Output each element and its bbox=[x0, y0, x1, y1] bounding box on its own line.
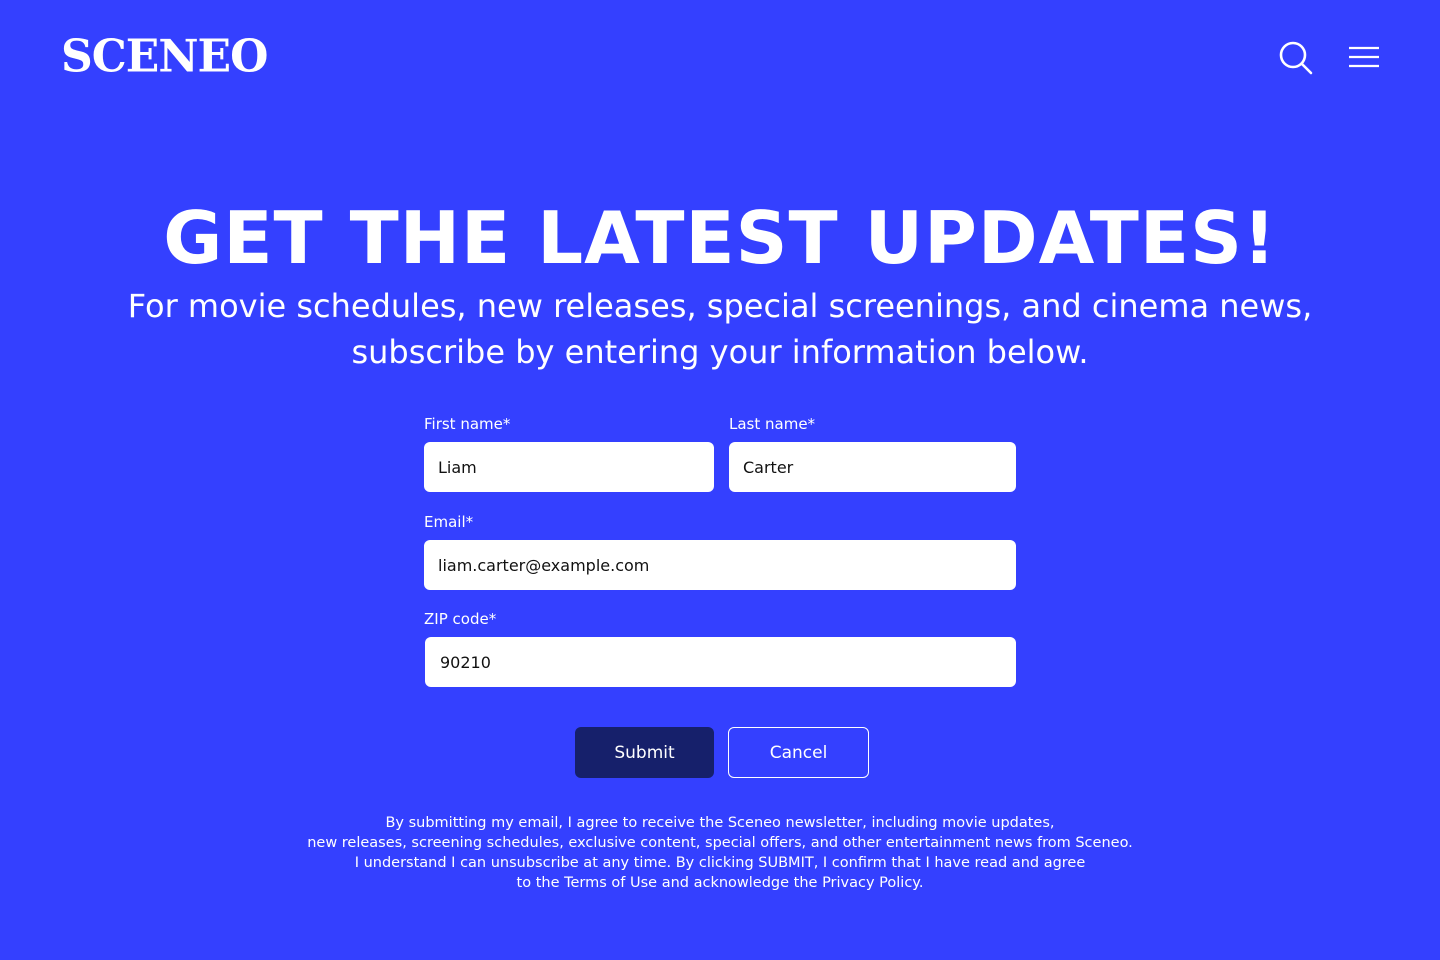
page-subheadline: For movie schedules, new releases, speci… bbox=[120, 283, 1320, 375]
search-button[interactable] bbox=[1276, 38, 1316, 78]
disclaimer-line: By submitting my email, I agree to recei… bbox=[385, 815, 1055, 831]
subheadline-line: For movie schedules, new releases, speci… bbox=[127, 287, 1313, 325]
first-name-label: First name* bbox=[424, 415, 511, 433]
submit-button[interactable]: Submit bbox=[575, 727, 714, 778]
subheadline-line: subscribe by entering your information b… bbox=[351, 333, 1089, 371]
search-icon bbox=[1279, 41, 1313, 75]
zip-code-input[interactable] bbox=[425, 637, 1016, 687]
sceneo-logo[interactable]: SCENEO bbox=[61, 33, 268, 81]
email-input[interactable] bbox=[424, 540, 1016, 590]
page-headline: GET THE LATEST UPDATES! bbox=[163, 196, 1277, 280]
last-name-label: Last name* bbox=[729, 415, 816, 433]
email-label: Email* bbox=[424, 513, 474, 531]
last-name-input[interactable] bbox=[729, 442, 1016, 492]
cancel-button[interactable]: Cancel bbox=[728, 727, 869, 778]
disclaimer-line: to the Terms of Use and acknowledge the … bbox=[516, 875, 924, 891]
menu-button[interactable] bbox=[1344, 38, 1384, 78]
legal-disclaimer: By submitting my email, I agree to recei… bbox=[240, 813, 1200, 893]
disclaimer-line: new releases, screening schedules, exclu… bbox=[307, 835, 1133, 851]
subscribe-page: SCENEO GET THE LATEST UPDATES! For movie… bbox=[0, 0, 1440, 960]
zip-code-label: ZIP code* bbox=[424, 610, 497, 628]
hamburger-menu-icon bbox=[1349, 46, 1379, 68]
first-name-input[interactable] bbox=[424, 442, 714, 492]
disclaimer-line: I understand I can unsubscribe at any ti… bbox=[354, 855, 1086, 871]
